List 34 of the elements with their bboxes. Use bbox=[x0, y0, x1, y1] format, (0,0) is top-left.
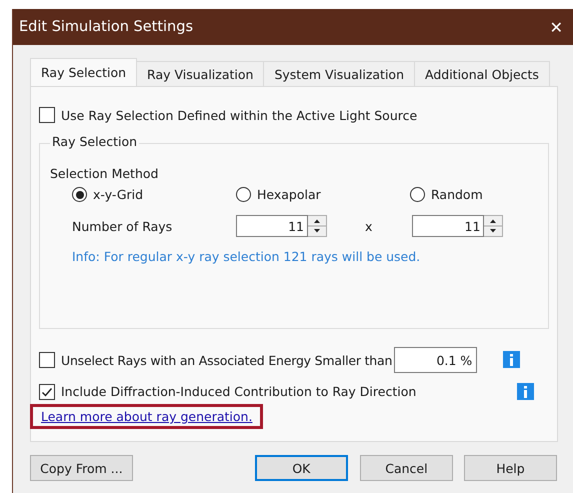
group-title: Ray Selection bbox=[50, 134, 140, 149]
field-label: Number of Rays bbox=[72, 218, 174, 234]
radio-label: Random bbox=[431, 187, 483, 202]
spinner-arrows[interactable] bbox=[308, 215, 327, 237]
info-text: Info: For regular x-y ray selection 121 rays will be used. bbox=[72, 249, 422, 264]
radio-button[interactable] bbox=[72, 187, 87, 202]
tab[interactable]: Ray Selection bbox=[30, 58, 138, 86]
energy-field[interactable]: 0.1 % bbox=[394, 347, 478, 373]
help-link[interactable]: Learn more about ray generation. bbox=[41, 409, 252, 424]
radio-button[interactable] bbox=[236, 187, 251, 202]
radio-label: Hexapolar bbox=[257, 187, 321, 202]
checkbox-label: Use Ray Selection Defined within the Active Light Source bbox=[61, 108, 418, 122]
spinner-arrows[interactable] bbox=[484, 215, 504, 237]
dialog-button[interactable]: Copy From ... bbox=[30, 455, 133, 481]
info-icon[interactable] bbox=[517, 383, 534, 400]
window-title: Edit Simulation Settings bbox=[19, 19, 194, 35]
checkbox[interactable] bbox=[39, 384, 55, 400]
dialog-button[interactable]: Cancel bbox=[360, 455, 453, 481]
info-icon[interactable] bbox=[503, 351, 520, 368]
checkbox-label: Include Diffraction-Induced Contribution to Ray Direction bbox=[61, 384, 416, 399]
checkbox-label: Unselect Rays with an Associated Energy Smaller than bbox=[61, 352, 392, 368]
checkbox[interactable] bbox=[39, 107, 55, 123]
radio-button[interactable] bbox=[410, 187, 425, 202]
times-label: x bbox=[365, 218, 372, 234]
dialog-button[interactable]: Help bbox=[464, 455, 557, 481]
close-button[interactable]: ✕ bbox=[550, 18, 563, 36]
tab[interactable]: Additional Objects bbox=[414, 61, 550, 86]
number-field[interactable]: 11 bbox=[412, 215, 484, 237]
field-label: Selection Method bbox=[50, 166, 158, 181]
checkmark-icon bbox=[41, 386, 53, 398]
number-field[interactable]: 11 bbox=[236, 215, 308, 237]
checkbox[interactable] bbox=[39, 352, 55, 368]
radio-label: x-y-Grid bbox=[93, 187, 144, 202]
dialog-button[interactable]: OK bbox=[254, 455, 348, 481]
